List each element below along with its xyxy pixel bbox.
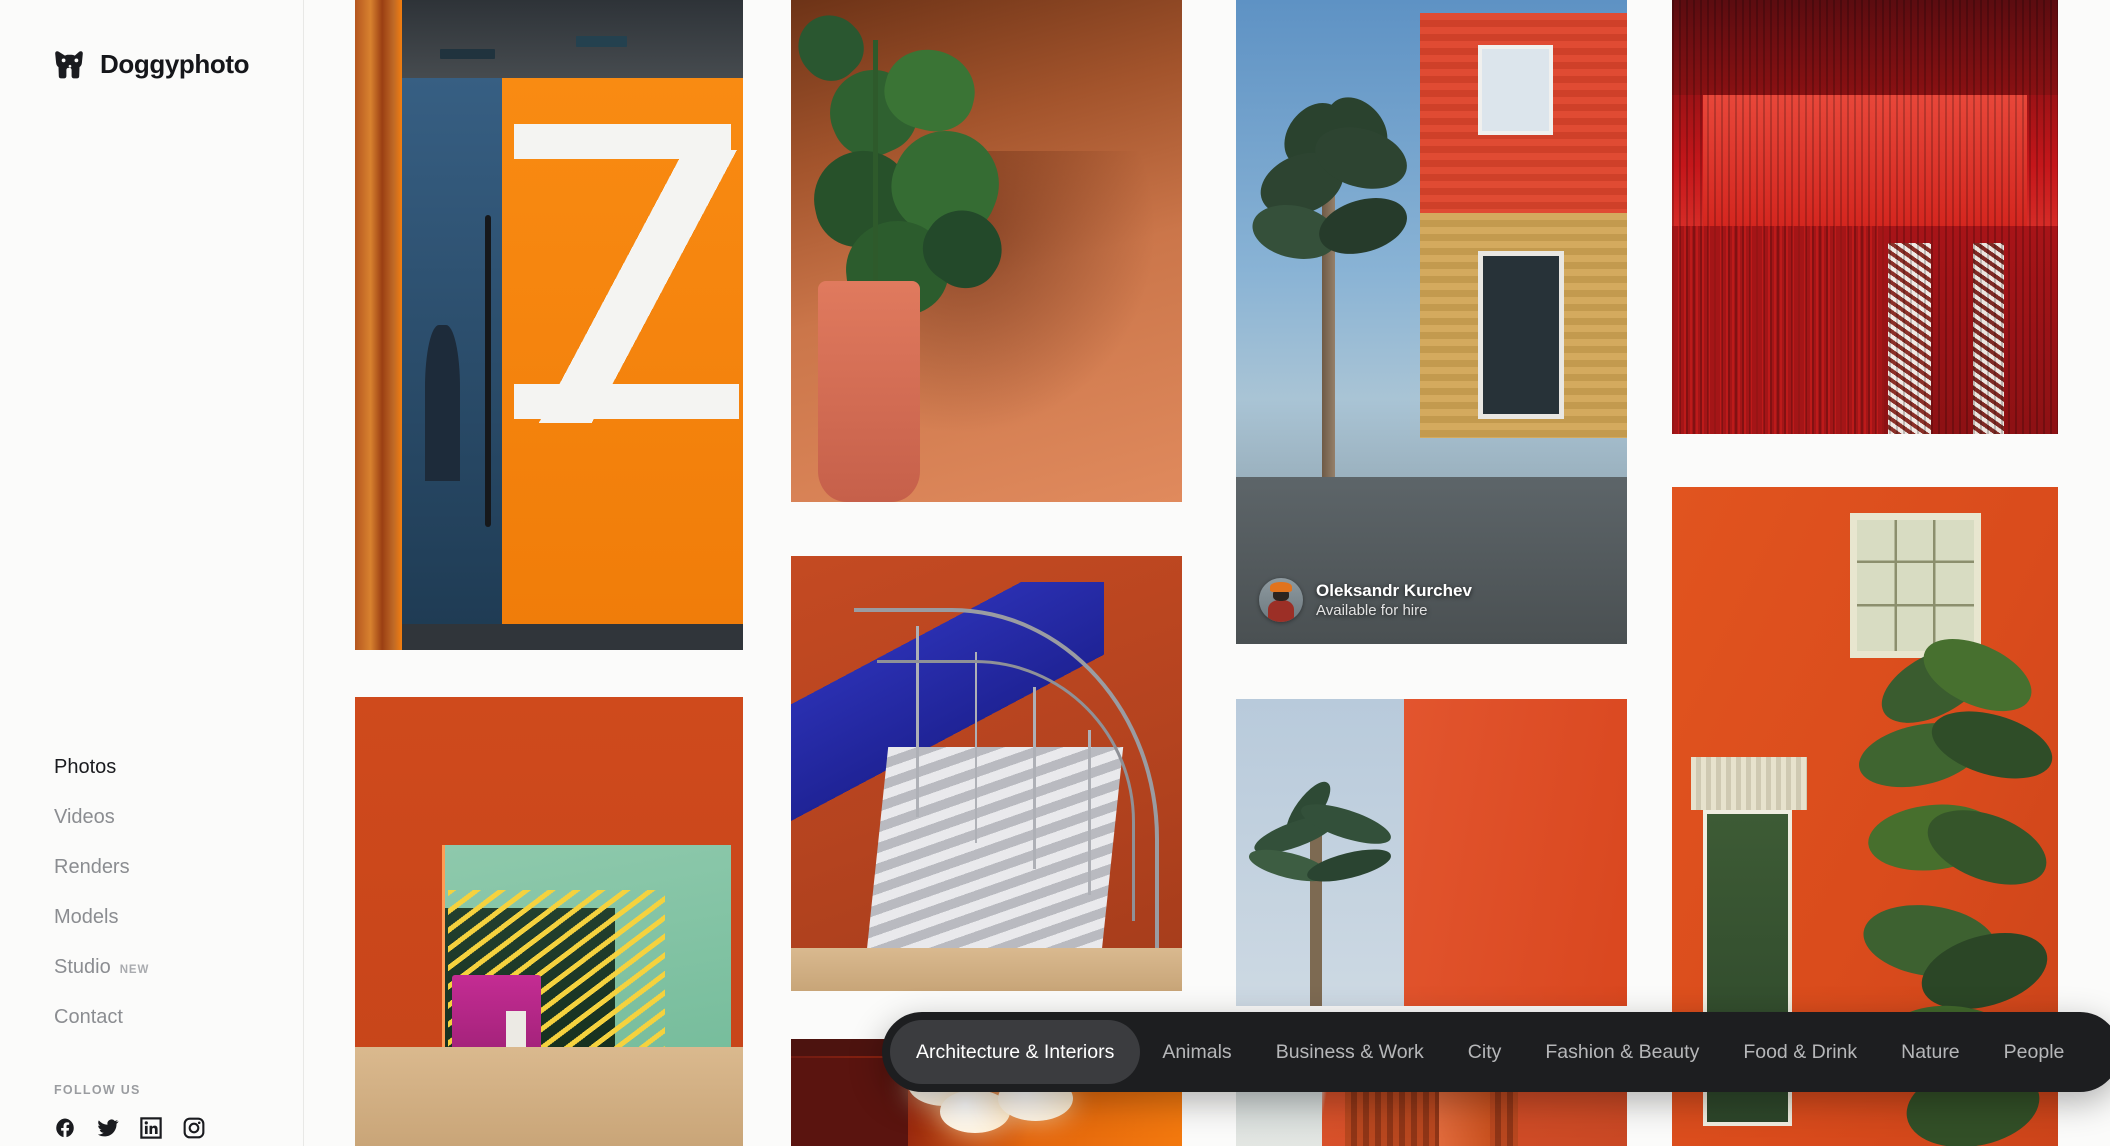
sidebar-item-label: Photos [54, 756, 117, 778]
photo-card[interactable] [355, 697, 743, 1146]
gallery-column-3: Oleksandr Kurchev Available for hire [1236, 0, 1627, 1146]
photo-image [791, 556, 1182, 991]
sidebar-item-label: Videos [54, 806, 115, 828]
category-food-drink[interactable]: Food & Drink [1721, 1020, 1879, 1084]
gallery-column-2 [791, 0, 1182, 1146]
category-filter-bar: Architecture & Interiors Animals Busines… [882, 1012, 2110, 1092]
instagram-icon[interactable] [183, 1117, 205, 1139]
photo-card[interactable] [791, 556, 1182, 991]
sidebar: Doggyphoto Photos Videos Renders Models … [0, 0, 304, 1146]
category-architecture-interiors[interactable]: Architecture & Interiors [890, 1020, 1141, 1084]
sidebar-item-contact[interactable]: Contact [54, 992, 149, 1042]
social-links [54, 1117, 205, 1139]
photo-card[interactable] [355, 0, 743, 650]
category-business-work[interactable]: Business & Work [1254, 1020, 1446, 1084]
sidebar-item-videos[interactable]: Videos [54, 792, 149, 842]
sidebar-item-label: Models [54, 906, 119, 928]
sidebar-item-label: Studio [54, 956, 111, 978]
photographer-credit[interactable]: Oleksandr Kurchev Available for hire [1259, 578, 1472, 622]
gallery-gap [791, 502, 1182, 556]
sidebar-item-label: Renders [54, 856, 130, 878]
photo-card[interactable] [791, 0, 1182, 502]
category-people[interactable]: People [1982, 1020, 2087, 1084]
new-badge: NEW [119, 964, 150, 976]
gallery-column-1 [355, 0, 743, 1146]
photo-card[interactable] [1236, 699, 1627, 1006]
photographer-name: Oleksandr Kurchev [1316, 580, 1472, 600]
follow-us-title: FOLLOW US [54, 1083, 141, 1097]
gallery-gap [355, 650, 743, 697]
sidebar-item-label: Contact [54, 1006, 123, 1028]
category-city[interactable]: City [1446, 1020, 1524, 1084]
gallery-gap [1672, 434, 2058, 487]
category-nature[interactable]: Nature [1879, 1020, 1982, 1084]
brand-name: Doggyphoto [100, 49, 250, 79]
category-fashion-beauty[interactable]: Fashion & Beauty [1523, 1020, 1721, 1084]
sidebar-item-photos[interactable]: Photos [54, 742, 149, 792]
linkedin-icon[interactable] [140, 1117, 162, 1139]
category-animals[interactable]: Animals [1140, 1020, 1253, 1084]
follow-us-section: FOLLOW US [54, 1083, 205, 1139]
photo-image [791, 0, 1182, 502]
photo-card[interactable]: Oleksandr Kurchev Available for hire [1236, 0, 1627, 644]
photographer-status: Available for hire [1316, 602, 1428, 620]
photo-image [1672, 0, 2058, 434]
sidebar-nav: Photos Videos Renders Models Studio NEW … [54, 742, 149, 1042]
photo-image [355, 0, 743, 650]
brand-logo-link[interactable]: Doggyphoto [54, 49, 249, 80]
photo-image [1236, 699, 1627, 1006]
gallery-column-4 [1672, 0, 2058, 1146]
photo-card[interactable] [1672, 0, 2058, 434]
sidebar-item-renders[interactable]: Renders [54, 842, 149, 892]
facebook-icon[interactable] [54, 1117, 76, 1139]
avatar [1259, 578, 1303, 622]
gallery-gap [1236, 644, 1627, 699]
dog-face-icon [55, 50, 83, 78]
credit-text: Oleksandr Kurchev Available for hire [1316, 580, 1472, 621]
photo-gallery: Oleksandr Kurchev Available for hire Arc… [304, 0, 2110, 1146]
sidebar-item-studio[interactable]: Studio NEW [54, 942, 149, 992]
photo-image [355, 697, 743, 1146]
photo-image [1236, 0, 1627, 644]
twitter-icon[interactable] [97, 1117, 119, 1139]
sidebar-item-models[interactable]: Models [54, 892, 149, 942]
